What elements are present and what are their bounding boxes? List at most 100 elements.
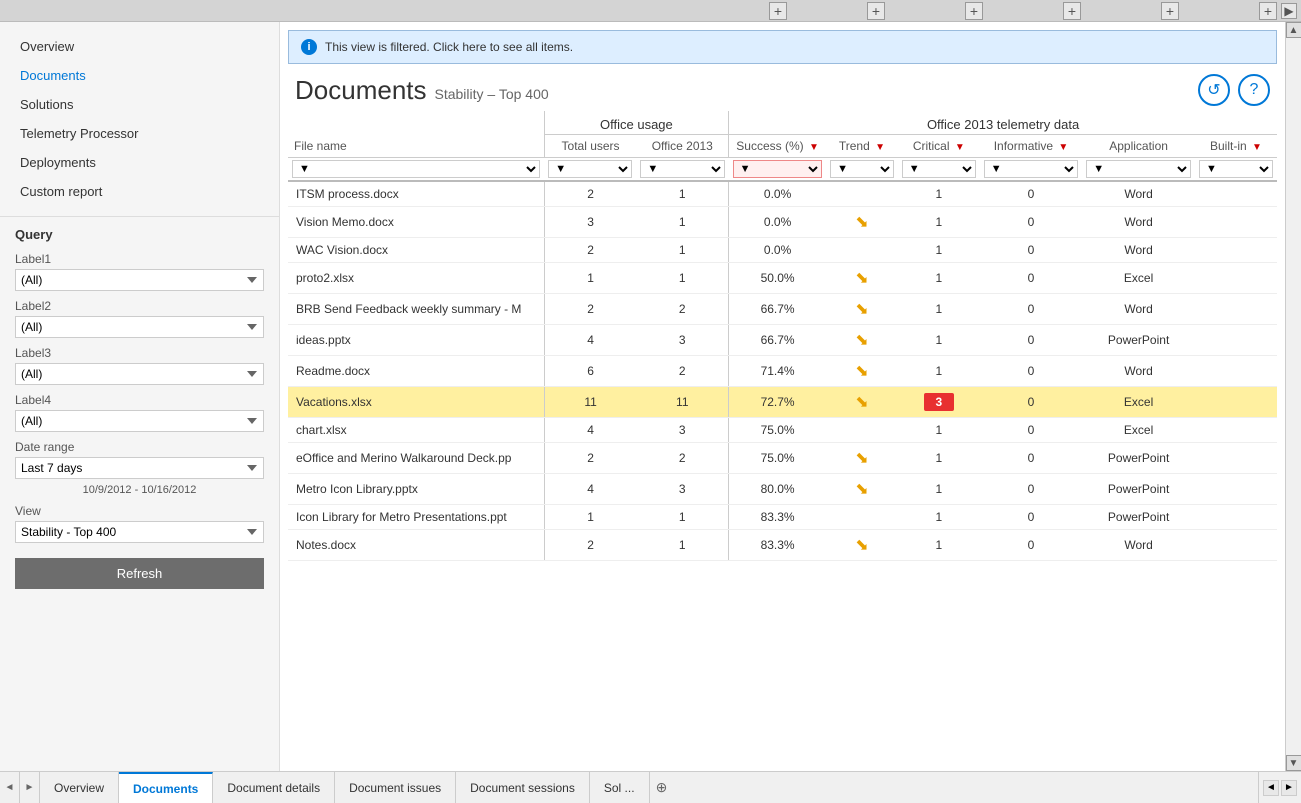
tab-documents[interactable]: Documents xyxy=(119,772,213,803)
col-built-in[interactable]: Built-in ▼ xyxy=(1195,135,1277,158)
cell-filename[interactable]: proto2.xlsx xyxy=(288,263,544,294)
col-office-2013[interactable]: Office 2013 xyxy=(636,135,728,158)
cell-informative[interactable]: 0 xyxy=(980,474,1082,505)
view-select[interactable]: Stability - Top 400 xyxy=(15,521,264,543)
add-tab-btn-6[interactable]: + xyxy=(1259,2,1277,20)
cell-total-users[interactable]: 2 xyxy=(544,238,636,263)
cell-total-users[interactable]: 1 xyxy=(544,263,636,294)
cell-critical[interactable]: 1 xyxy=(898,530,980,561)
cell-filename[interactable]: ideas.pptx xyxy=(288,325,544,356)
cell-critical[interactable]: 1 xyxy=(898,238,980,263)
cell-filename[interactable]: Notes.docx xyxy=(288,530,544,561)
cell-filename[interactable]: ITSM process.docx xyxy=(288,181,544,207)
add-tab-btn-3[interactable]: + xyxy=(965,2,983,20)
cell-total-users[interactable]: 4 xyxy=(544,418,636,443)
cell-application[interactable]: Excel xyxy=(1082,387,1195,418)
cell-critical[interactable]: 1 xyxy=(898,181,980,207)
sidebar-item-telemetry[interactable]: Telemetry Processor xyxy=(10,119,269,148)
cell-office-2013[interactable]: 1 xyxy=(636,207,728,238)
cell-informative[interactable]: 0 xyxy=(980,356,1082,387)
cell-office-2013[interactable]: 2 xyxy=(636,294,728,325)
add-tab-btn-5[interactable]: + xyxy=(1161,2,1179,20)
cell-total-users[interactable]: 11 xyxy=(544,387,636,418)
cell-informative[interactable]: 0 xyxy=(980,530,1082,561)
tab-sol[interactable]: Sol ... xyxy=(590,772,650,803)
cell-application[interactable]: Word xyxy=(1082,294,1195,325)
col-critical[interactable]: Critical ▼ xyxy=(898,135,980,158)
tab-nav-prev[interactable]: ◄ xyxy=(0,772,20,803)
tab-nav-next[interactable]: ► xyxy=(20,772,40,803)
refresh-button[interactable]: Refresh xyxy=(15,558,264,589)
tab-document-details[interactable]: Document details xyxy=(213,772,335,803)
cell-filename[interactable]: eOffice and Merino Walkaround Deck.pp xyxy=(288,443,544,474)
add-tab-btn-2[interactable]: + xyxy=(867,2,885,20)
cell-informative[interactable]: 0 xyxy=(980,181,1082,207)
cell-office-2013[interactable]: 2 xyxy=(636,356,728,387)
cell-office-2013[interactable]: 1 xyxy=(636,530,728,561)
col-informative[interactable]: Informative ▼ xyxy=(980,135,1082,158)
cell-office-2013[interactable]: 1 xyxy=(636,505,728,530)
cell-critical[interactable]: 1 xyxy=(898,505,980,530)
cell-filename[interactable]: Readme.docx xyxy=(288,356,544,387)
label4-select[interactable]: (All) xyxy=(15,410,264,432)
filter-total-users[interactable]: ▼ xyxy=(548,160,632,178)
filter-critical[interactable]: ▼ xyxy=(902,160,976,178)
help-icon-btn[interactable]: ? xyxy=(1238,74,1270,106)
tab-add-btn[interactable]: ⊕ xyxy=(650,772,674,803)
cell-critical[interactable]: 1 xyxy=(898,443,980,474)
sidebar-item-documents[interactable]: Documents xyxy=(10,61,269,90)
cell-application[interactable]: PowerPoint xyxy=(1082,505,1195,530)
cell-total-users[interactable]: 6 xyxy=(544,356,636,387)
cell-filename[interactable]: BRB Send Feedback weekly summary - M xyxy=(288,294,544,325)
cell-office-2013[interactable]: 11 xyxy=(636,387,728,418)
cell-application[interactable]: Word xyxy=(1082,356,1195,387)
cell-filename[interactable]: WAC Vision.docx xyxy=(288,238,544,263)
cell-office-2013[interactable]: 1 xyxy=(636,263,728,294)
tab-document-issues[interactable]: Document issues xyxy=(335,772,456,803)
cell-critical[interactable]: 1 xyxy=(898,263,980,294)
cell-critical[interactable]: 1 xyxy=(898,474,980,505)
scroll-down-btn[interactable]: ▼ xyxy=(1286,755,1301,771)
tab-document-sessions[interactable]: Document sessions xyxy=(456,772,590,803)
cell-critical[interactable]: 1 xyxy=(898,294,980,325)
add-tab-btn-4[interactable]: + xyxy=(1063,2,1081,20)
col-success-pct[interactable]: Success (%) ▼ xyxy=(729,135,826,158)
cell-application[interactable]: Word xyxy=(1082,238,1195,263)
cell-application[interactable]: PowerPoint xyxy=(1082,443,1195,474)
date-range-select[interactable]: Last 7 days xyxy=(15,457,264,479)
cell-critical[interactable]: 1 xyxy=(898,356,980,387)
cell-filename[interactable]: Metro Icon Library.pptx xyxy=(288,474,544,505)
filter-built-in[interactable]: ▼ xyxy=(1199,160,1273,178)
sidebar-item-solutions[interactable]: Solutions xyxy=(10,90,269,119)
col-total-users[interactable]: Total users xyxy=(544,135,636,158)
cell-informative[interactable]: 0 xyxy=(980,418,1082,443)
cell-office-2013[interactable]: 2 xyxy=(636,443,728,474)
cell-office-2013[interactable]: 3 xyxy=(636,418,728,443)
cell-total-users[interactable]: 2 xyxy=(544,530,636,561)
cell-total-users[interactable]: 2 xyxy=(544,181,636,207)
cell-filename[interactable]: Icon Library for Metro Presentations.ppt xyxy=(288,505,544,530)
cell-application[interactable]: Word xyxy=(1082,207,1195,238)
cell-informative[interactable]: 0 xyxy=(980,263,1082,294)
cell-total-users[interactable]: 3 xyxy=(544,207,636,238)
cell-office-2013[interactable]: 3 xyxy=(636,474,728,505)
cell-critical[interactable]: 1 xyxy=(898,325,980,356)
info-bar[interactable]: i This view is filtered. Click here to s… xyxy=(288,30,1277,64)
cell-informative[interactable]: 0 xyxy=(980,325,1082,356)
label2-select[interactable]: (All) xyxy=(15,316,264,338)
filter-filename[interactable]: ▼ xyxy=(292,160,540,178)
label1-select[interactable]: (All) xyxy=(15,269,264,291)
filter-informative[interactable]: ▼ xyxy=(984,160,1078,178)
scroll-right-btn[interactable]: ▶ xyxy=(1281,3,1297,19)
cell-total-users[interactable]: 4 xyxy=(544,474,636,505)
cell-filename[interactable]: chart.xlsx xyxy=(288,418,544,443)
filter-success-pct[interactable]: ▼ xyxy=(733,160,822,178)
cell-total-users[interactable]: 4 xyxy=(544,325,636,356)
cell-informative[interactable]: 0 xyxy=(980,387,1082,418)
cell-informative[interactable]: 0 xyxy=(980,443,1082,474)
cell-critical[interactable]: 1 xyxy=(898,207,980,238)
col-file-name[interactable]: File name xyxy=(288,135,544,158)
scroll-up-btn[interactable]: ▲ xyxy=(1286,22,1301,38)
cell-critical[interactable]: 3 xyxy=(898,387,980,418)
cell-application[interactable]: PowerPoint xyxy=(1082,474,1195,505)
